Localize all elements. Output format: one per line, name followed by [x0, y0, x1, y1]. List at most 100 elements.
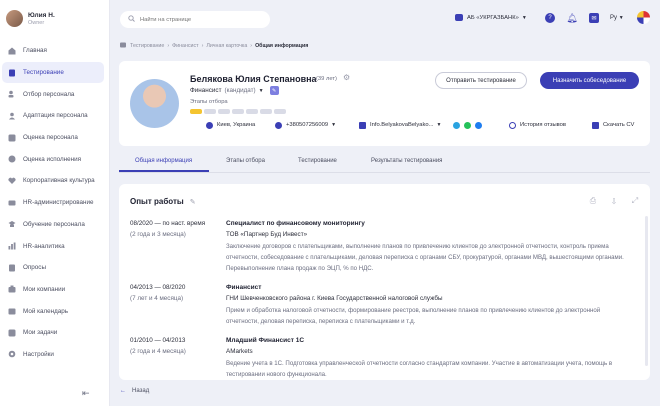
sidebar-item-companies[interactable]: Мои компании [0, 279, 110, 301]
phone-contact[interactable]: +380507256009 ▼ [275, 121, 337, 129]
experience-item: 08/2020 — по наст. время (2 года и 3 мес… [130, 220, 635, 272]
tab-test-results[interactable]: Результаты тестирования [371, 158, 442, 164]
search-input[interactable] [140, 16, 260, 23]
job-title: Специалист по финансовому мониторингу [226, 220, 365, 227]
download-cv-link[interactable]: Скачать CV [592, 121, 634, 129]
culture-icon [8, 177, 16, 185]
print-icon[interactable]: ⎙ [588, 196, 598, 206]
messenger-icon[interactable] [475, 121, 482, 129]
review-history-link[interactable]: История отзывов [509, 121, 566, 129]
user-role: Owner [28, 19, 45, 26]
sidebar-item-analytics[interactable]: HR-аналитика [0, 235, 110, 257]
expand-icon[interactable]: ⤢ [630, 196, 640, 206]
stage-step[interactable] [204, 109, 216, 114]
chevron-down-icon: ▼ [331, 122, 337, 128]
job-description: Прием и обработка налоговой отчетности, … [226, 307, 601, 325]
email-contact[interactable]: Info.BelyakovaBelyako... ▼ [359, 121, 441, 129]
sidebar-item-label: Корпоративная культура [23, 177, 95, 185]
sidebar-item-testing[interactable]: Тестирование [2, 61, 104, 84]
sidebar-item-surveys[interactable]: Опросы [0, 257, 110, 279]
breadcrumb: Тестирование › Финансист › Личная карточ… [120, 42, 308, 50]
job-duration: (2 года и 3 месяца) [130, 231, 186, 238]
city-text: Киев, Украина [217, 122, 256, 128]
job-description: Ведение учета в 1С. Подготовка управленч… [226, 360, 613, 378]
download-icon [592, 121, 599, 129]
bell-icon[interactable]: 🔔︎ [566, 13, 577, 23]
job-description: Заключение договоров с плательщиками, вы… [226, 243, 624, 272]
phone-icon [275, 121, 282, 129]
tab-general-info[interactable]: Общая информация [135, 158, 192, 164]
user-profile[interactable]: Юлия Н. Owner [6, 10, 55, 27]
job-period: 08/2020 — по наст. время [130, 220, 206, 227]
stage-step[interactable] [232, 109, 244, 114]
search-icon [128, 15, 135, 24]
job-company: AMarkets [226, 348, 253, 355]
user-name: Юлия Н. [28, 11, 55, 19]
position-tag-icon[interactable]: ✎ [269, 86, 279, 95]
company-selector[interactable]: АБ «УКРГАЗБАНК» ▼ [455, 14, 527, 21]
sidebar-item-adaptation[interactable]: Адаптация персонала [0, 105, 110, 127]
send-test-button[interactable]: Отправить тестирование [435, 72, 527, 89]
mail-icon [359, 121, 366, 129]
candidate-card: Белякова Юлия Степановна (39 лет) ⚙ Фина… [119, 61, 650, 146]
export-icon[interactable]: ⇩ [609, 196, 619, 206]
stage-step[interactable] [246, 109, 258, 114]
admin-icon [8, 199, 16, 207]
breadcrumb-separator: › [250, 43, 253, 49]
stage-step[interactable] [218, 109, 230, 114]
sidebar-item-settings[interactable]: Настройки [0, 344, 110, 366]
candidate-position[interactable]: Финансист (кандидат) ▼ ✎ [190, 86, 279, 95]
tab-stages[interactable]: Этапы отбора [226, 158, 265, 164]
tab-testing[interactable]: Тестирование [298, 158, 337, 164]
candidate-photo [130, 79, 179, 128]
telegram-icon[interactable] [453, 121, 460, 129]
breadcrumb-item[interactable]: Личная карточка [206, 43, 247, 49]
stage-step[interactable] [190, 109, 202, 114]
stage-step[interactable] [274, 109, 286, 114]
chevron-down-icon: ▼ [258, 87, 264, 94]
stage-step[interactable] [260, 109, 272, 114]
job-period: 04/2013 — 08/2020 [130, 284, 186, 291]
collapse-sidebar-button[interactable]: ⇤ [82, 388, 90, 399]
sidebar-item-label: Мои компании [23, 285, 66, 293]
job-company: ТОВ «Партнер Буд Инвест» [226, 231, 308, 238]
language-selector[interactable]: Ру ▼ [610, 15, 624, 21]
schedule-interview-button[interactable]: Назначить собеседование [540, 72, 639, 89]
experience-item: 04/2013 — 08/2020 (7 лет и 4 месяца) Фин… [130, 284, 635, 328]
gear-icon[interactable]: ⚙ [343, 74, 351, 82]
experience-title: Опыт работы ✎ [130, 197, 196, 206]
stages-label: Этапы отбора [190, 99, 228, 105]
sidebar-item-label: Оценка персонала [23, 134, 78, 142]
sidebar-item-training[interactable]: Обучение персонала [0, 214, 110, 236]
breadcrumb-item[interactable]: Тестирование [130, 43, 164, 49]
sidebar-item-hr-admin[interactable]: HR-администрирование [0, 192, 110, 214]
sidebar-item-label: HR-администрирование [23, 199, 94, 207]
sidebar-item-tasks[interactable]: Мои задачи [0, 322, 110, 344]
edit-icon[interactable]: ✎ [190, 198, 196, 206]
tabs-divider [119, 172, 650, 173]
mail-icon[interactable]: ✉ [589, 13, 599, 23]
sidebar-item-evaluation[interactable]: Оценка персонала [0, 127, 110, 149]
sidebar-item-calendar[interactable]: Мой календарь [0, 300, 110, 322]
back-button[interactable]: ← Назад [120, 388, 149, 394]
breadcrumb-item[interactable]: Финансист [172, 43, 198, 49]
active-tab-indicator [119, 170, 209, 172]
sidebar-item-label: Тестирование [23, 69, 64, 77]
sidebar-item-label: Адаптация персонала [23, 112, 88, 120]
sidebar-nav: Главная Тестирование Отбор персонала Ада… [0, 40, 110, 365]
test-icon [8, 69, 16, 77]
back-label: Назад [132, 388, 150, 394]
search-box[interactable] [120, 11, 270, 28]
sidebar-item-performance[interactable]: Оценка исполнения [0, 148, 110, 170]
avatar [6, 10, 23, 27]
chevron-down-icon: ▼ [521, 14, 527, 21]
arrow-left-icon: ← [120, 388, 126, 394]
scrollbar[interactable] [645, 216, 648, 366]
help-icon[interactable]: ? [545, 13, 555, 23]
sidebar-item-culture[interactable]: Корпоративная культура [0, 170, 110, 192]
whatsapp-icon[interactable] [464, 121, 471, 129]
sidebar-item-home[interactable]: Главная [0, 40, 110, 62]
sidebar-item-recruitment[interactable]: Отбор персонала [0, 83, 110, 105]
breadcrumb-current: Общая информация [255, 43, 309, 49]
position-status: (кандидат) [224, 87, 256, 94]
